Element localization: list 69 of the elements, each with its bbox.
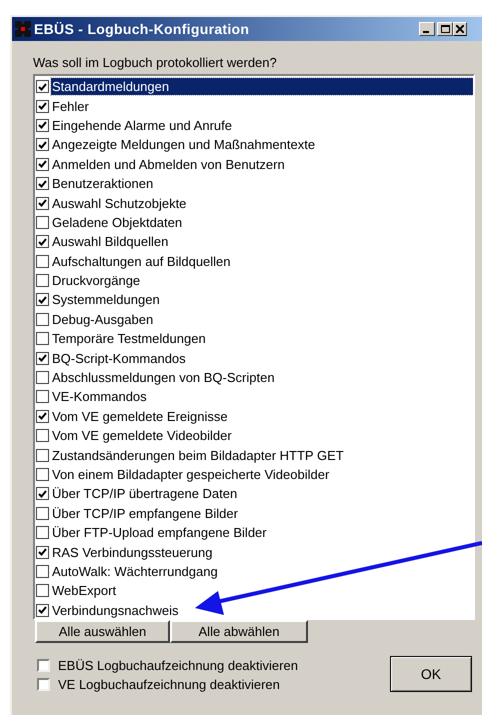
checkbox[interactable]: [36, 506, 49, 520]
list-item[interactable]: Von einem Bildadapter gespeicherte Videobilder: [51, 466, 330, 483]
ok-button[interactable]: OK: [390, 656, 472, 692]
window-title: EBÜS - Logbuch-Konfiguration: [34, 20, 250, 39]
list-item[interactable]: BQ-Script-Kommandos: [51, 350, 187, 367]
checkbox[interactable]: [36, 100, 49, 113]
list-item[interactable]: Über TCP/IP empfangene Bilder: [51, 504, 239, 522]
list-item[interactable]: Auswahl Bildquellen: [51, 233, 170, 250]
checkbox[interactable]: [36, 196, 49, 210]
checkbox[interactable]: [36, 468, 49, 481]
list-item[interactable]: Benutzeraktionen: [51, 175, 154, 192]
checkbox[interactable]: [36, 177, 49, 190]
checkbox[interactable]: [37, 678, 50, 691]
checkbox[interactable]: [36, 448, 49, 462]
checkbox[interactable]: [36, 584, 49, 598]
list-item[interactable]: Vom VE gemeldete Videobilder: [51, 427, 233, 444]
list-item[interactable]: Druckvorgänge: [51, 272, 142, 290]
option-label: EBÜS Logbuchaufzeichnung deaktivieren: [58, 658, 298, 673]
checkbox[interactable]: [36, 312, 49, 326]
list-item[interactable]: Anmelden und Abmelden von Benutzern: [51, 156, 286, 173]
cross-icon: [14, 20, 32, 38]
list-item[interactable]: WebExport: [51, 582, 118, 600]
checkbox[interactable]: [36, 487, 49, 500]
list-item[interactable]: AutoWalk: Wächterrundgang: [51, 562, 219, 580]
maximize-button[interactable]: [437, 22, 453, 36]
checkbox[interactable]: [36, 158, 49, 171]
list-item[interactable]: Fehler: [51, 98, 90, 115]
deselect-all-button[interactable]: Alle abwählen: [170, 620, 308, 643]
list-item[interactable]: Verbindungsnachweis: [51, 602, 180, 618]
select-all-button[interactable]: Alle auswählen: [35, 620, 170, 643]
checkbox[interactable]: [36, 352, 49, 365]
checkbox[interactable]: [36, 235, 49, 248]
option-label: VE Logbuchaufzeichnung deaktivieren: [58, 677, 280, 692]
checkbox[interactable]: [37, 659, 50, 672]
list-item[interactable]: Aufschaltungen auf Bildquellen: [51, 252, 232, 270]
list-item[interactable]: Zustandsänderungen beim Bildadapter HTTP GET: [51, 446, 345, 464]
list-item[interactable]: Angezeigte Meldungen und Maßnahmentexte: [51, 136, 316, 154]
checkbox[interactable]: [36, 254, 49, 268]
checkbox[interactable]: [36, 429, 49, 442]
list-item[interactable]: VE-Kommandos: [51, 388, 148, 406]
list-item[interactable]: Debug-Ausgaben: [51, 310, 154, 328]
close-button[interactable]: [453, 22, 467, 36]
checkbox[interactable]: [36, 293, 49, 306]
prompt-text: Was soll im Logbuch protokolliert werden?: [33, 55, 278, 71]
checkbox[interactable]: [36, 410, 49, 423]
checkbox[interactable]: [36, 564, 49, 578]
checkbox[interactable]: [36, 138, 49, 152]
minimize-button[interactable]: [419, 22, 435, 36]
list-item[interactable]: RAS Verbindungssteuerung: [51, 544, 214, 561]
checkbox[interactable]: [36, 80, 49, 94]
list-item[interactable]: Abschlussmeldungen von BQ-Scripten: [51, 369, 276, 386]
checkbox[interactable]: [36, 216, 49, 229]
list-item[interactable]: Systemmeldungen: [51, 291, 161, 308]
list-item[interactable]: Auswahl Schutzobjekte: [51, 194, 188, 212]
list-item[interactable]: Über FTP-Upload empfangene Bilder: [51, 524, 268, 542]
list-item[interactable]: Über TCP/IP übertragene Daten: [51, 485, 238, 502]
checkbox[interactable]: [36, 526, 49, 540]
list-item[interactable]: Vom VE gemeldete Ereignisse: [51, 408, 229, 425]
list-item[interactable]: Temporäre Testmeldungen: [51, 330, 207, 348]
list-item[interactable]: Geladene Objektdaten: [51, 214, 184, 231]
checkbox[interactable]: [36, 118, 49, 132]
checkbox[interactable]: [36, 604, 49, 617]
checkbox[interactable]: [36, 371, 49, 384]
list-item[interactable]: Standardmeldungen: [51, 78, 473, 96]
checkbox[interactable]: [36, 274, 49, 288]
checkbox[interactable]: [36, 332, 49, 346]
checkbox[interactable]: [36, 390, 49, 404]
checkbox[interactable]: [36, 546, 49, 559]
list-item[interactable]: Eingehende Alarme und Anrufe: [51, 116, 233, 134]
